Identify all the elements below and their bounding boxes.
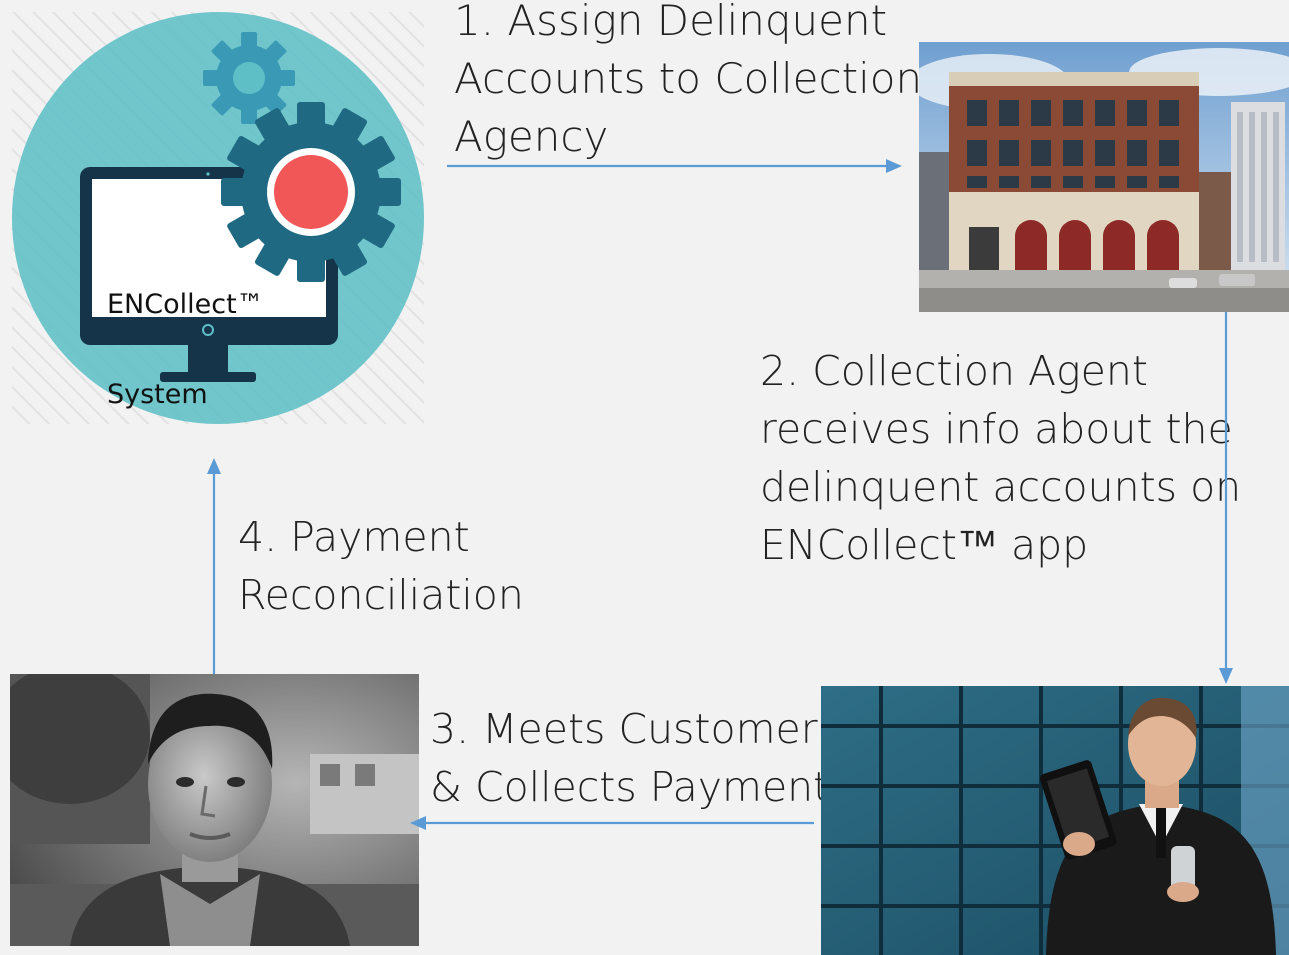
arrow-step-2: [1219, 312, 1233, 684]
arrow-step-4: [207, 458, 221, 674]
arrow-step-1: [447, 159, 902, 173]
flow-arrows: [207, 159, 1233, 830]
collection-workflow-diagram: ENCollect™ System 1. Assign Delinquent A…: [0, 0, 1289, 955]
arrow-step-3: [410, 816, 814, 830]
